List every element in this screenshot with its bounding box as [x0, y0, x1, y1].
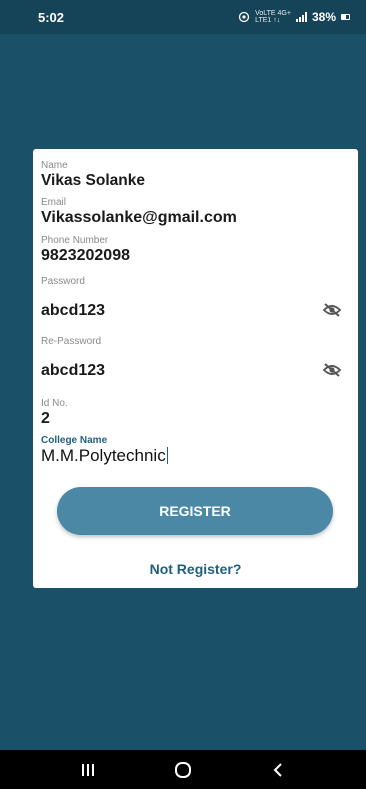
repassword-input[interactable]: abcd123 [41, 361, 346, 380]
back-icon [273, 762, 283, 777]
phone-label: Phone Number [41, 235, 109, 246]
register-button[interactable]: REGISTER [57, 487, 333, 535]
phone-input[interactable]: 9823202098 [41, 246, 346, 265]
signal-icon [295, 12, 307, 22]
id-field[interactable]: Id No. 2 [41, 398, 346, 428]
email-field[interactable]: Email Vikassolanke@gmail.com [41, 197, 346, 227]
email-label: Email [41, 197, 67, 208]
id-input[interactable]: 2 [41, 409, 346, 428]
text-cursor [166, 447, 168, 464]
hotspot-icon [238, 11, 250, 23]
status-bar: 5:02 VoLTE 4G+ LTE1 ↑↓ 38% [0, 0, 366, 34]
navigation-bar [0, 750, 366, 789]
home-icon [174, 761, 191, 778]
name-field[interactable]: Name Vikas Solanke [41, 160, 346, 190]
password-label: Password [41, 276, 85, 287]
id-label: Id No. [41, 398, 68, 409]
status-time: 5:02 [38, 9, 65, 25]
college-label: College Name [41, 435, 108, 446]
password-field[interactable]: Password abcd123 [41, 276, 346, 320]
eye-off-icon[interactable] [322, 302, 342, 318]
registration-card: Name Vikas Solanke Email Vikassolanke@gm… [33, 149, 358, 588]
recent-apps-button[interactable] [68, 755, 108, 785]
back-button[interactable] [258, 755, 298, 785]
password-input[interactable]: abcd123 [41, 301, 346, 320]
recent-apps-icon [81, 763, 94, 776]
network-indicator: VoLTE 4G+ LTE1 ↑↓ [255, 10, 291, 24]
home-button[interactable] [163, 755, 203, 785]
not-register-link[interactable]: Not Register? [33, 561, 358, 577]
college-field[interactable]: College Name M.M.Polytechnic [41, 435, 346, 465]
name-input[interactable]: Vikas Solanke [41, 171, 346, 190]
battery-icon [341, 14, 350, 20]
phone-field[interactable]: Phone Number 9823202098 [41, 235, 346, 265]
repassword-field[interactable]: Re-Password abcd123 [41, 336, 346, 380]
name-label: Name [41, 160, 68, 171]
repassword-label: Re-Password [41, 336, 102, 347]
email-input[interactable]: Vikassolanke@gmail.com [41, 208, 346, 227]
status-icons: VoLTE 4G+ LTE1 ↑↓ 38% [238, 10, 350, 24]
battery-percent: 38% [311, 10, 336, 24]
college-input[interactable]: M.M.Polytechnic [41, 446, 346, 465]
eye-off-icon[interactable] [322, 362, 342, 378]
